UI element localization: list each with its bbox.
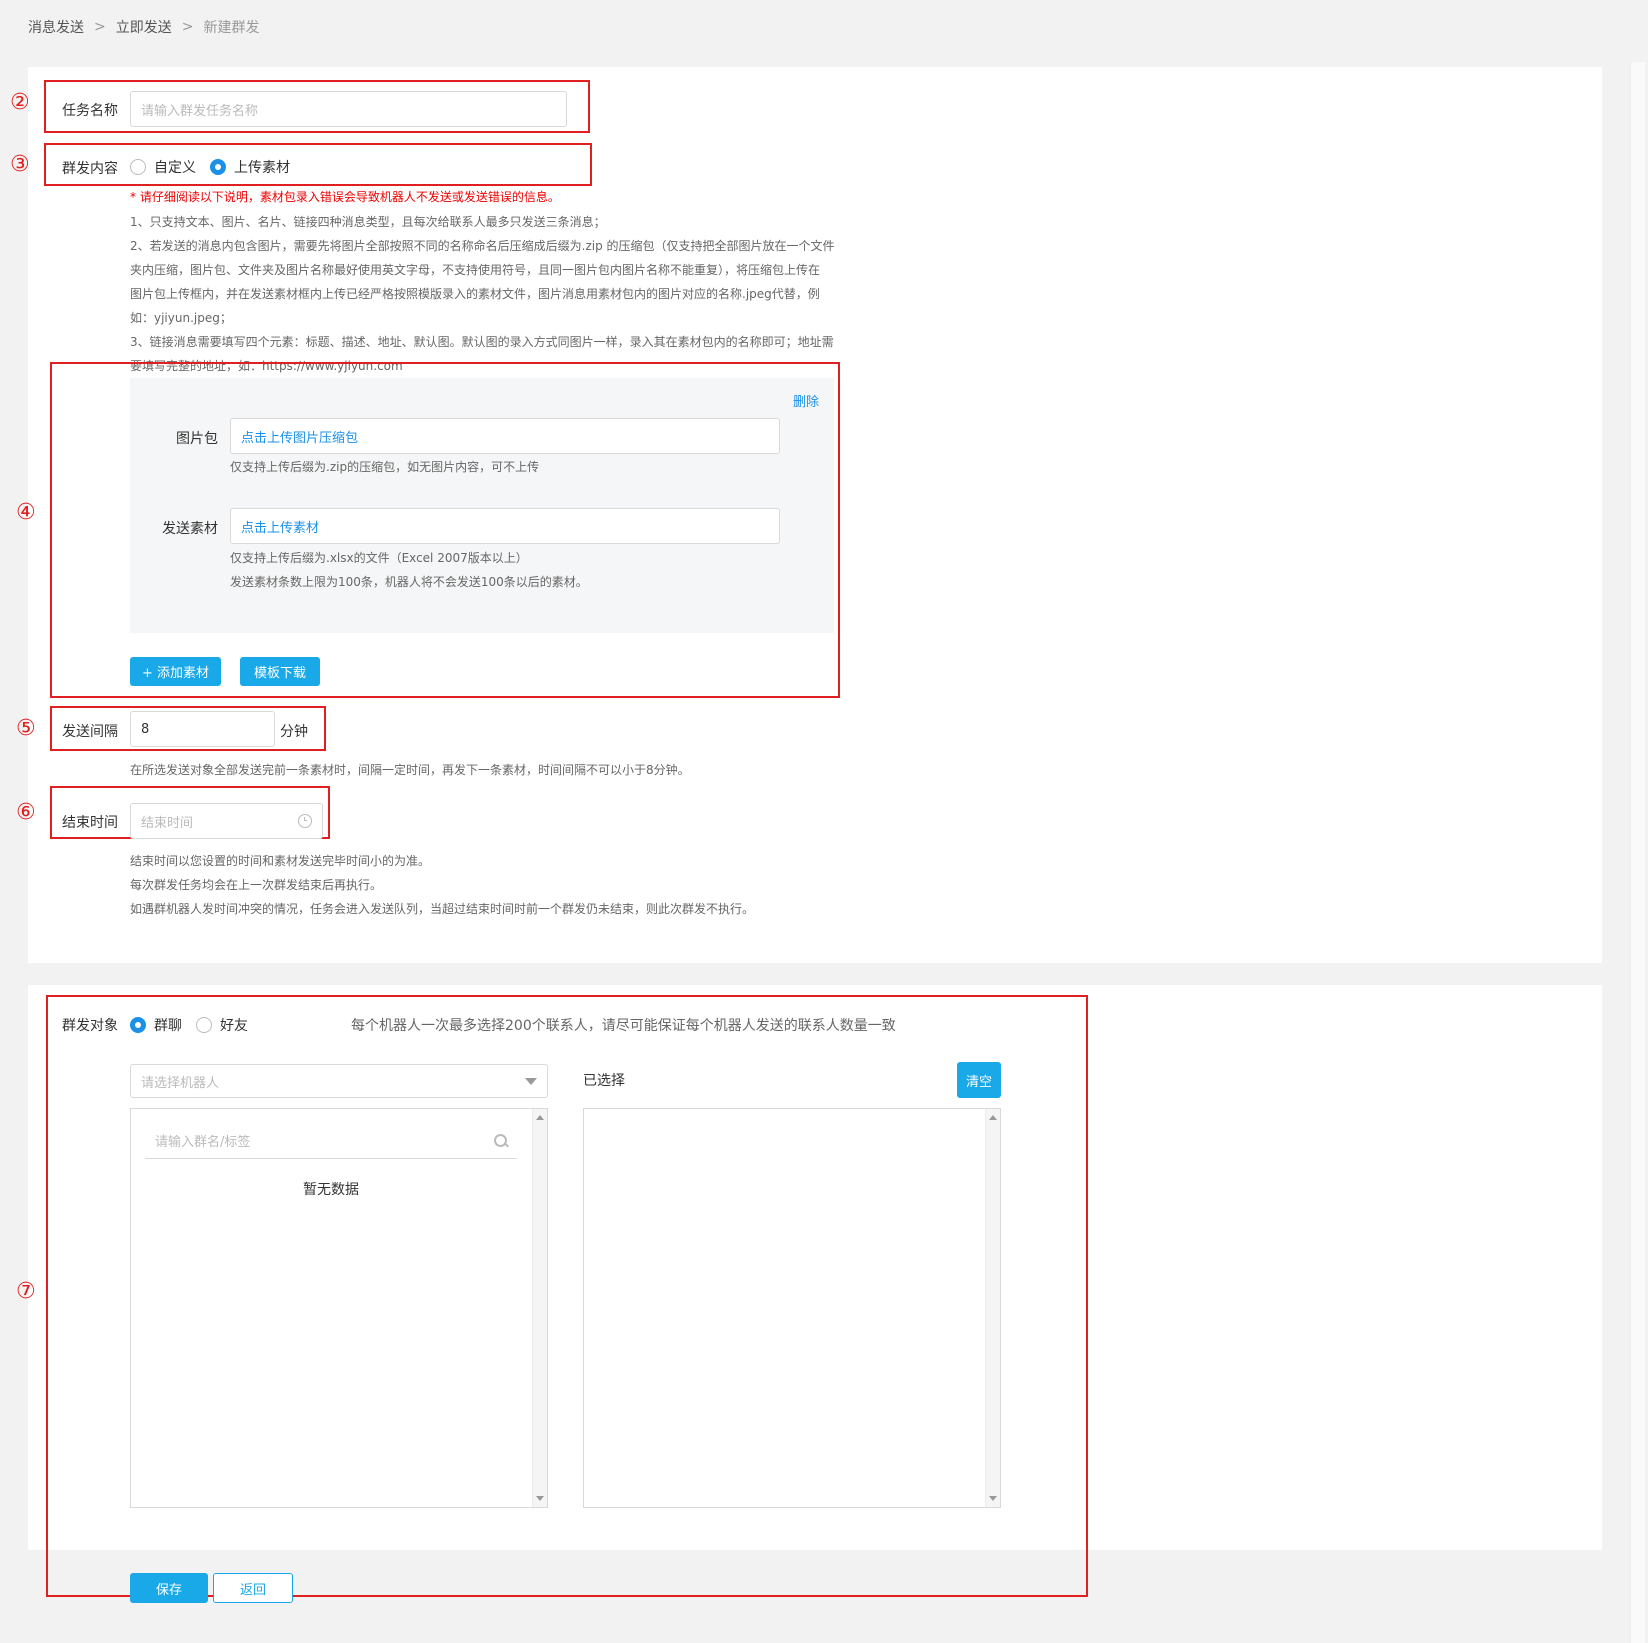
content-option-upload[interactable]: 上传素材 [210,157,290,177]
target-option-group-label: 群聊 [154,1018,182,1034]
annotation-2: ② [10,90,30,115]
image-pack-label: 图片包 [176,431,218,447]
interval-value: 8 [141,721,150,737]
image-pack-hint: 仅支持上传后缀为.zip的压缩包，如无图片内容，可不上传 [230,460,540,474]
notice-line: 3、链接消息需要填写四个元素：标题、描述、地址、默认图。默认图的录入方式同图片一… [130,335,834,349]
interval-unit: 分钟 [280,724,308,740]
notice-line: 如：yjiyun.jpeg； [130,311,232,325]
delete-material-link[interactable]: 删除 [793,391,819,410]
notice-lines: 1、只支持文本、图片、名片、链接四种消息类型，且每次给联系人最多只发送三条消息；… [130,210,850,378]
send-material-label: 发送素材 [162,521,218,537]
notice-warning: * 请仔细阅读以下说明，素材包录入错误会导致机器人不发送或发送错误的信息。 [130,190,560,204]
task-name-label: 任务名称 [62,103,118,119]
end-time-placeholder: 结束时间 [141,815,194,831]
caret-down-icon [525,1077,537,1085]
content-option-custom-label: 自定义 [154,160,196,176]
target-option-friend[interactable]: 好友 [196,1015,248,1035]
content-option-custom[interactable]: 自定义 [130,157,196,177]
radio-upload[interactable] [210,159,226,175]
selected-list[interactable] [583,1108,1001,1508]
interval-label: 发送间隔 [62,724,118,740]
notice-line: 1、只支持文本、图片、名片、链接四种消息类型，且每次给联系人最多只发送三条消息； [130,215,606,229]
group-search[interactable]: 请输入群名/标签 [145,1123,517,1159]
send-material-hint-1: 仅支持上传后缀为.xlsx的文件（Excel 2007版本以上） [230,551,528,565]
clock-icon[interactable] [298,814,312,828]
interval-input[interactable]: 8 [130,711,275,747]
template-download-button[interactable]: 模板下载 [240,657,320,686]
breadcrumb-separator: > [181,19,194,35]
target-label: 群发对象 [62,1018,118,1034]
group-list-empty: 暂无数据 [303,1182,359,1198]
radio-custom[interactable] [130,159,146,175]
annotation-5: ⑤ [16,716,36,741]
breadcrumb-item-current: 新建群发 [203,20,260,36]
add-material-button[interactable]: + 添加素材 [130,657,221,686]
end-time-hint: 如遇群机器人发时间冲突的情况，任务会进入发送队列，当超过结束时间时前一个群发仍未… [130,902,755,916]
annotation-3: ③ [10,152,30,177]
save-button[interactable]: 保存 [130,1573,208,1603]
annotation-7: ⑦ [16,1279,36,1304]
annotation-box-3 [44,143,592,186]
right-scroll-strip [1630,62,1645,1643]
end-time-label: 结束时间 [62,815,118,831]
content-option-upload-label: 上传素材 [234,160,290,176]
robot-select[interactable]: 请选择机器人 [130,1064,548,1098]
notice-line: 夹内压缩，图片包、文件夹及图片名称最好使用英文字母，不支持使用符号，且同一图片包… [130,263,821,277]
back-button[interactable]: 返回 [213,1573,293,1603]
clear-button[interactable]: 清空 [957,1062,1001,1098]
send-material-upload[interactable]: 点击上传素材 [230,508,780,544]
content-label: 群发内容 [62,161,118,177]
interval-hint: 在所选发送对象全部发送完前一条素材时，间隔一定时间，再发下一条素材，时间间隔不可… [130,763,690,777]
task-name-input[interactable]: 请输入群发任务名称 [130,91,567,127]
annotation-4: ④ [16,500,36,525]
group-search-placeholder: 请输入群名/标签 [155,1135,251,1150]
breadcrumb-separator: > [94,19,106,35]
notice-line: 图片包上传框内，并在发送素材框内上传已经严格按照模版录入的素材文件，图片消息用素… [130,287,820,301]
send-material-hint-2: 发送素材条数上限为100条，机器人将不会发送100条以后的素材。 [230,575,588,589]
end-time-picker[interactable]: 结束时间 [130,803,323,839]
end-time-hints: 结束时间以您设置的时间和素材发送完毕时间小的为准。 每次群发任务均会在上一次群发… [130,849,754,921]
breadcrumb-item-message-send[interactable]: 消息发送 [28,17,84,37]
annotation-6: ⑥ [16,800,36,825]
target-option-group[interactable]: 群聊 [130,1015,182,1035]
breadcrumb-item-send-now[interactable]: 立即发送 [116,17,172,37]
search-icon[interactable] [494,1134,509,1148]
selected-label: 已选择 [583,1073,625,1089]
task-name-placeholder: 请输入群发任务名称 [141,103,259,119]
radio-group-chat[interactable] [130,1017,146,1033]
target-hint: 每个机器人一次最多选择200个联系人，请尽可能保证每个机器人发送的联系人数量一致 [351,1018,896,1034]
radio-friend[interactable] [196,1017,212,1033]
selected-list-scrollbar[interactable] [985,1109,1000,1507]
end-time-hint: 结束时间以您设置的时间和素材发送完毕时间小的为准。 [130,854,431,868]
end-time-hint: 每次群发任务均会在上一次群发结束后再执行。 [130,878,383,892]
image-pack-upload[interactable]: 点击上传图片压缩包 [230,418,780,454]
breadcrumb: 消息发送 > 立即发送 > 新建群发 [28,17,259,37]
send-material-upload-text: 点击上传素材 [241,520,320,536]
target-option-friend-label: 好友 [220,1018,248,1034]
robot-select-placeholder: 请选择机器人 [141,1075,220,1091]
image-pack-upload-text: 点击上传图片压缩包 [241,430,359,446]
group-list-scrollbar[interactable] [532,1109,547,1507]
group-list[interactable]: 请输入群名/标签 暂无数据 [130,1108,548,1508]
notice-line: 2、若发送的消息内包含图片，需要先将图片全部按照不同的名称命名后压缩成后缀为.z… [130,239,835,253]
